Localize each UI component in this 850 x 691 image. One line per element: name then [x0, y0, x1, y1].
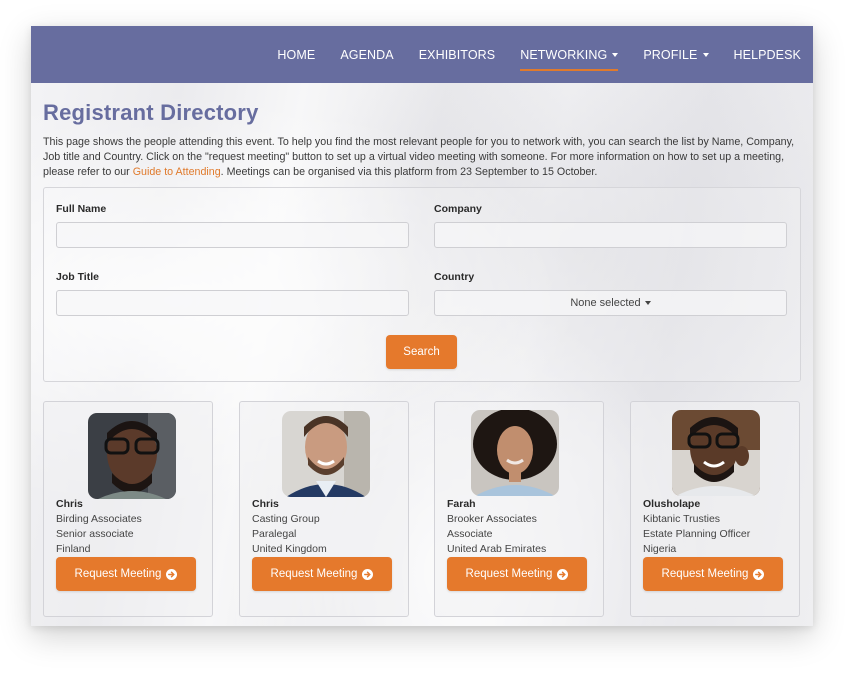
search-filter-panel: Full Name Company Job Title Country None…: [43, 187, 801, 382]
intro-text-part: . Meetings can be organised via this pla…: [220, 166, 598, 178]
caret-down-icon: [644, 301, 651, 305]
registrant-name: Farah: [447, 498, 476, 510]
job-title-input[interactable]: [56, 290, 409, 316]
nav-profile-label: PROFILE: [643, 47, 698, 62]
search-button[interactable]: Search: [386, 335, 457, 369]
registrant-card: Farah Brooker Associates Associate Unite…: [434, 401, 604, 617]
caret-down-icon: [612, 52, 619, 57]
registrant-company: Birding Associates: [56, 513, 142, 525]
request-meeting-button[interactable]: Request Meeting: [252, 557, 392, 591]
nav-helpdesk[interactable]: HELPDESK: [734, 48, 802, 62]
arrow-circle-right-icon: [166, 568, 178, 580]
registrant-card: Chris Casting Group Paralegal United Kin…: [239, 401, 409, 617]
top-navbar: HOME AGENDA EXHIBITORS NETWORKING PROFIL…: [31, 26, 813, 83]
avatar-photo: [88, 413, 176, 499]
main-content: Registrant Directory This page shows the…: [43, 83, 801, 617]
request-meeting-button[interactable]: Request Meeting: [56, 557, 196, 591]
country-select[interactable]: None selected: [434, 290, 787, 316]
registrant-job-title: Senior associate: [56, 528, 134, 540]
nav-networking[interactable]: NETWORKING: [520, 47, 619, 71]
avatar-man-glasses-icon: [88, 413, 176, 499]
request-meeting-button[interactable]: Request Meeting: [643, 557, 783, 591]
registrant-card: Chris Birding Associates Senior associat…: [43, 401, 213, 617]
registrant-country: Nigeria: [643, 543, 677, 555]
company-label: Company: [434, 203, 482, 215]
intro-text: This page shows the people attending thi…: [43, 135, 801, 180]
nav-exhibitors-label: EXHIBITORS: [418, 47, 496, 62]
registrant-company: Kibtanic Trusties: [643, 513, 721, 525]
job-title-label: Job Title: [56, 271, 99, 283]
registrant-name: Chris: [56, 498, 83, 510]
avatar-photo: [471, 410, 559, 496]
nav-home-label: HOME: [277, 47, 316, 62]
registrant-card: Olusholape Kibtanic Trusties Estate Plan…: [630, 401, 800, 617]
nav-exhibitors[interactable]: EXHIBITORS: [419, 48, 495, 62]
caret-down-icon: [702, 52, 709, 57]
avatar-woman-curly-hair-icon: [471, 410, 559, 496]
registrant-name: Chris: [252, 498, 279, 510]
registrant-job-title: Estate Planning Officer: [643, 528, 751, 540]
avatar-photo: [282, 411, 370, 497]
registrant-cards: Chris Birding Associates Senior associat…: [43, 401, 801, 619]
request-meeting-label: Request Meeting: [74, 568, 162, 580]
nav-home[interactable]: HOME: [277, 48, 315, 62]
full-name-field: Full Name: [56, 203, 409, 248]
nav-networking-label: NETWORKING: [520, 47, 608, 62]
request-meeting-label: Request Meeting: [661, 568, 749, 580]
arrow-circle-right-icon: [557, 568, 569, 580]
request-meeting-button[interactable]: Request Meeting: [447, 557, 587, 591]
avatar-man-headset-icon: [672, 410, 760, 496]
nav-agenda-label: AGENDA: [340, 47, 394, 62]
registrant-company: Brooker Associates: [447, 513, 537, 525]
country-selected-value: None selected: [570, 297, 641, 309]
country-label: Country: [434, 271, 475, 283]
registrant-company: Casting Group: [252, 513, 320, 525]
nav-agenda[interactable]: AGENDA: [340, 48, 393, 62]
guide-to-attending-link[interactable]: Guide to Attending: [133, 166, 221, 178]
nav-helpdesk-label: HELPDESK: [733, 47, 801, 62]
avatar-photo: [672, 410, 760, 496]
nav-profile[interactable]: PROFILE: [643, 47, 709, 62]
browser-window: HOME AGENDA EXHIBITORS NETWORKING PROFIL…: [31, 26, 813, 626]
registrant-job-title: Associate: [447, 528, 493, 540]
page-title: Registrant Directory: [43, 100, 259, 125]
job-title-field: Job Title: [56, 271, 409, 316]
registrant-country: United Arab Emirates: [447, 543, 547, 555]
full-name-input[interactable]: [56, 222, 409, 248]
arrow-circle-right-icon: [753, 568, 765, 580]
full-name-label: Full Name: [56, 203, 107, 215]
registrant-job-title: Paralegal: [252, 528, 297, 540]
registrant-country: Finland: [56, 543, 91, 555]
country-field: Country None selected: [434, 271, 787, 316]
company-input[interactable]: [434, 222, 787, 248]
registrant-country: United Kingdom: [252, 543, 327, 555]
avatar-man-beard-suit-icon: [282, 411, 370, 497]
company-field: Company: [434, 203, 787, 248]
request-meeting-label: Request Meeting: [465, 568, 553, 580]
request-meeting-label: Request Meeting: [270, 568, 358, 580]
registrant-name: Olusholape: [643, 498, 701, 510]
arrow-circle-right-icon: [362, 568, 374, 580]
